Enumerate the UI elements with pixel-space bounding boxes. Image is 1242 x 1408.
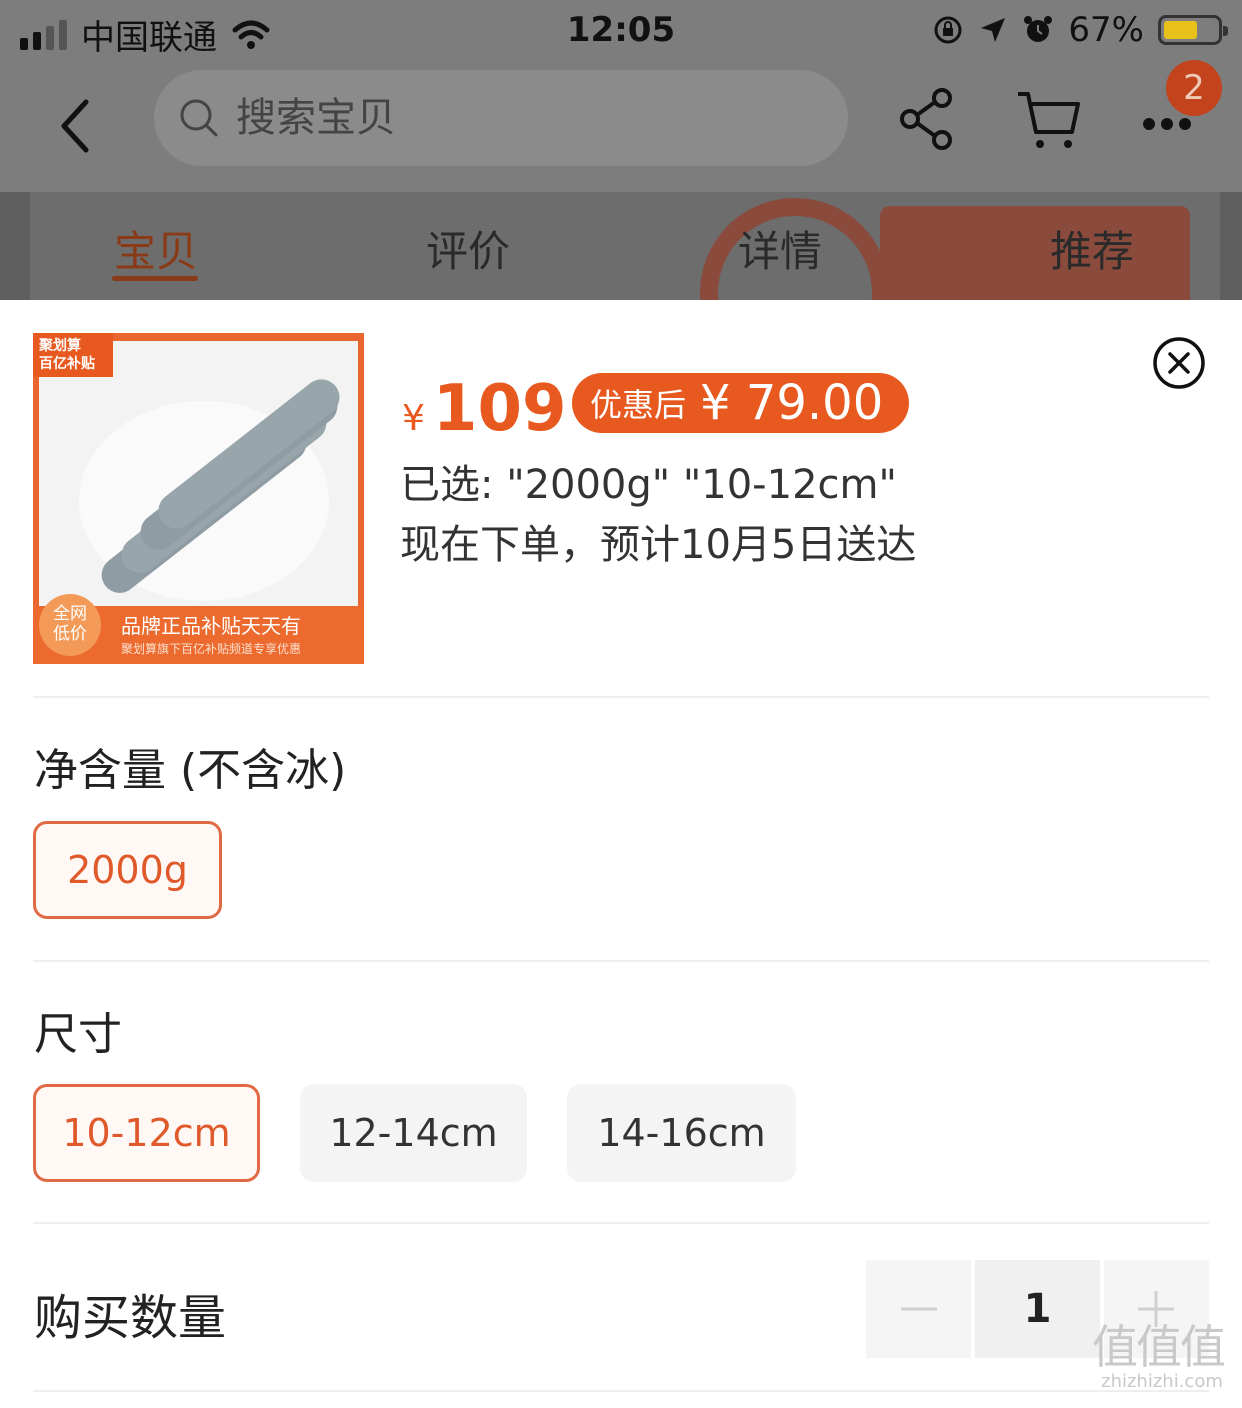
top-navbar: 2 <box>0 60 1242 192</box>
search-icon <box>180 99 218 137</box>
weight-section-title: 净含量 (不含冰) <box>34 745 347 796</box>
search-bar[interactable] <box>154 70 848 166</box>
divider <box>33 960 1209 962</box>
quantity-label: 购买数量 <box>34 1290 227 1346</box>
size-section-title: 尺寸 <box>34 1009 122 1060</box>
divider <box>33 696 1209 698</box>
back-arrow-icon[interactable] <box>50 86 110 166</box>
status-right: 67% <box>932 10 1228 50</box>
price-currency: ¥ <box>402 398 425 439</box>
size-option-10-12cm[interactable]: 10-12cm <box>33 1084 260 1182</box>
tab-item[interactable]: 宝贝 <box>114 218 198 279</box>
rotation-lock-icon <box>934 16 962 44</box>
active-tab-indicator <box>112 276 198 281</box>
decrease-button[interactable] <box>866 1260 972 1358</box>
thumbnail-lowprice-badge: 全网 低价 <box>39 594 101 656</box>
alarm-icon <box>1024 16 1053 42</box>
weight-option-2000g[interactable]: 2000g <box>33 821 222 919</box>
cart-icon[interactable] <box>1014 84 1084 154</box>
tab-reviews[interactable]: 评价 <box>426 218 510 279</box>
divider <box>33 1390 1209 1392</box>
quantity-value[interactable]: 1 <box>975 1260 1100 1358</box>
thumbnail-banner: 全网 低价 品牌正品补贴天天有 聚划算旗下百亿补贴频道专享优惠 <box>33 594 364 664</box>
battery-percent: 67% <box>1068 10 1144 50</box>
location-icon <box>981 18 1006 42</box>
divider <box>33 1222 1209 1224</box>
product-thumbnail: 聚划算 百亿补贴 全网 低价 品牌正品补贴天天有 聚划算旗下百亿补贴频道专享优惠 <box>33 333 364 664</box>
minus-icon <box>900 1307 937 1311</box>
coupon-price-badge: 优惠后 ¥ 79.00 <box>572 373 910 433</box>
share-icon[interactable] <box>892 84 962 154</box>
delivery-estimate: 现在下单，预计10月5日送达 <box>400 522 917 568</box>
product-price: ¥ 109 <box>402 372 567 446</box>
thumbnail-tag: 聚划算 百亿补贴 <box>33 333 113 377</box>
tab-details[interactable]: 详情 <box>738 218 822 279</box>
background-logo-banner <box>880 206 1190 300</box>
sku-selector-sheet: 聚划算 百亿补贴 全网 低价 品牌正品补贴天天有 聚划算旗下百亿补贴频道专享优惠… <box>0 300 1242 1408</box>
battery-icon <box>1158 15 1228 45</box>
tab-bar: 宝贝 评价 详情 推荐 <box>0 192 1242 300</box>
watermark: 值值值 zhizhizhi.com <box>1092 1320 1226 1392</box>
search-input[interactable] <box>236 95 736 141</box>
size-option-12-14cm[interactable]: 12-14cm <box>300 1084 527 1182</box>
status-bar: 中国联通 12:05 67% <box>0 0 1242 64</box>
notification-badge: 2 <box>1166 60 1222 116</box>
close-icon[interactable] <box>1152 336 1206 390</box>
dimmed-product-page: 中国联通 12:05 67% 搜索宝贝 2 宝贝 评价 详情 推荐 <box>0 0 1242 300</box>
price-value: 109 <box>432 372 567 446</box>
size-option-14-16cm[interactable]: 14-16cm <box>567 1084 796 1182</box>
tab-recommend[interactable]: 推荐 <box>1050 218 1134 279</box>
selected-options-text: 已选: "2000g" "10-12cm" <box>400 462 897 508</box>
